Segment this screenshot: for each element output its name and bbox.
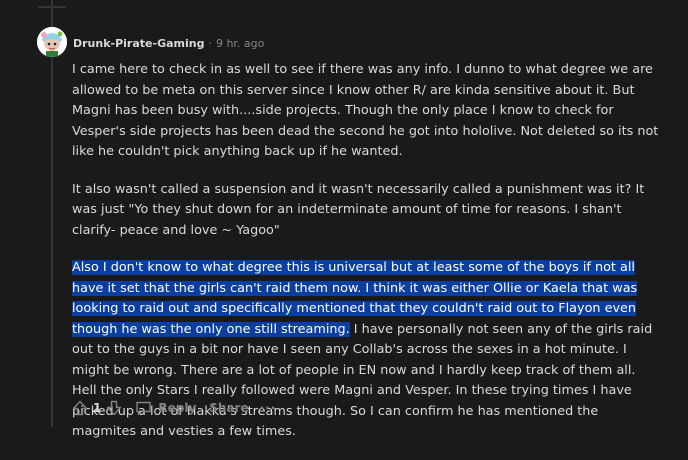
paragraph-3-rest: I have personally not seen any of the gi…: [72, 321, 653, 440]
share-button[interactable]: Share: [209, 401, 248, 415]
comment-header: Drunk-Pirate-Gaming · 9 hr. ago: [73, 37, 264, 51]
downvote-icon: [107, 400, 122, 416]
upvote-icon: [72, 400, 88, 416]
reply-button[interactable]: Reply: [135, 400, 196, 416]
comment-paragraph-2: It also wasn't called a suspension and i…: [72, 181, 645, 238]
vote-count: 1: [93, 401, 102, 415]
timestamp[interactable]: 9 hr. ago: [216, 37, 264, 51]
thread-line[interactable]: [51, 0, 53, 427]
reply-icon: [136, 401, 152, 416]
reply-label: Reply: [158, 401, 197, 415]
username-link[interactable]: Drunk-Pirate-Gaming: [73, 37, 204, 51]
upvote-button[interactable]: [71, 399, 89, 417]
more-options-button[interactable]: ···: [260, 401, 277, 415]
downvote-button[interactable]: [105, 399, 123, 417]
comment-actions: 1 Reply Share ···: [71, 399, 276, 417]
comment-paragraph-1: I came here to check in as well to see i…: [72, 62, 659, 159]
avatar-image: [37, 27, 67, 57]
avatar[interactable]: [37, 27, 67, 57]
header-separator: ·: [208, 37, 212, 50]
